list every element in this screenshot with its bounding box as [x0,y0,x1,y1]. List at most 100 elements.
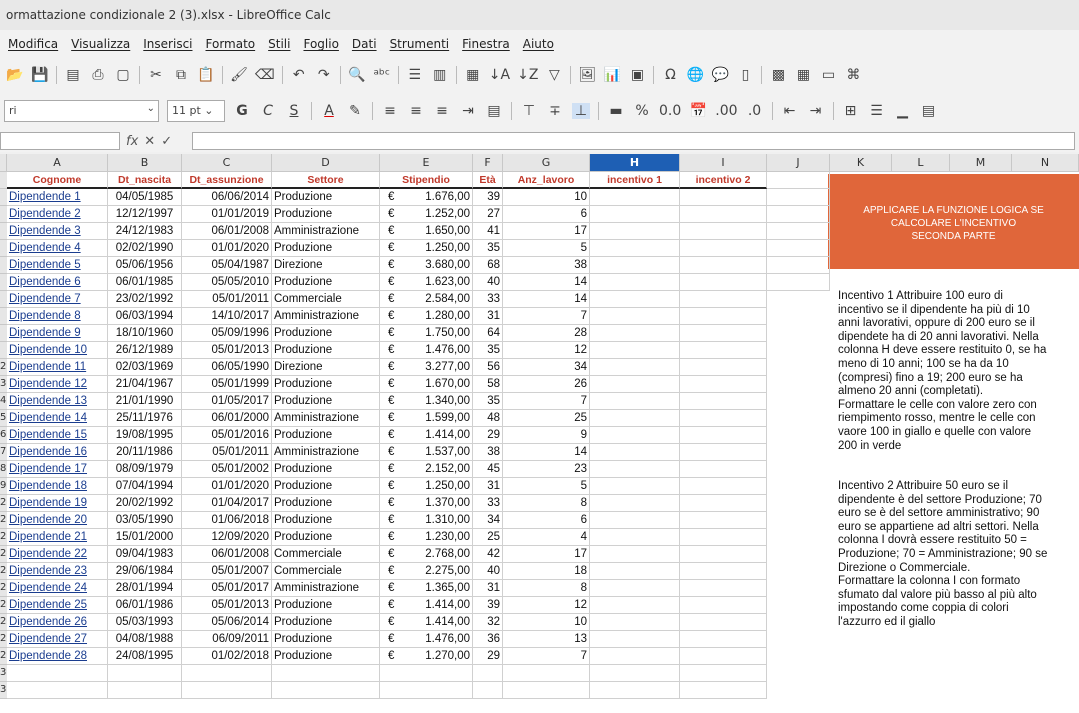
cell-incentivo-2[interactable] [680,189,767,206]
cell-eta[interactable]: 29 [473,648,503,665]
empty-cell[interactable] [182,682,272,699]
cell-settore[interactable]: Produzione [272,461,380,478]
cell-incentivo-1[interactable] [590,274,680,291]
cell-dt-assunzione[interactable]: 05/01/2017 [182,580,272,597]
cell-incentivo-1[interactable] [590,359,680,376]
cell-anz-lavoro[interactable]: 14 [503,291,590,308]
cell-incentivo-2[interactable] [680,240,767,257]
cell-settore[interactable]: Produzione [272,631,380,648]
row-header[interactable]: 23 [0,546,7,563]
empty-cell[interactable] [272,665,380,682]
cell-incentivo-1[interactable] [590,189,680,206]
row-header[interactable] [0,240,7,257]
cell-stipendio[interactable]: €1.310,00 [380,512,473,529]
cell-cognome[interactable]: Dipendende 18 [7,478,108,495]
name-box[interactable] [0,132,120,150]
cell-anz-lavoro[interactable]: 4 [503,529,590,546]
cell-stipendio[interactable]: €1.414,00 [380,614,473,631]
cell-anz-lavoro[interactable]: 6 [503,512,590,529]
cell-incentivo-1[interactable] [590,648,680,665]
cell-anz-lavoro[interactable]: 12 [503,597,590,614]
cell-dt-nascita[interactable]: 03/05/1990 [108,512,182,529]
menu-strumenti[interactable]: Strumenti [390,37,450,51]
cell-dt-nascita[interactable]: 05/03/1993 [108,614,182,631]
cell-settore[interactable]: Amministrazione [272,308,380,325]
row-header[interactable]: 9 [0,478,7,495]
cell-incentivo-1[interactable] [590,410,680,427]
empty-cell[interactable] [767,223,830,240]
header-cell-anz-lavoro[interactable]: Anz_lavoro [503,172,590,189]
cell-cognome[interactable]: Dipendende 3 [7,223,108,240]
border-color-icon[interactable]: ▁ [894,103,912,119]
cell-incentivo-1[interactable] [590,461,680,478]
freeze-rows-icon[interactable]: ▦ [794,67,812,83]
cell-incentivo-2[interactable] [680,274,767,291]
empty-cell[interactable] [380,682,473,699]
cell-incentivo-2[interactable] [680,614,767,631]
cell-eta[interactable]: 31 [473,308,503,325]
undo-icon[interactable]: ↶ [290,67,308,83]
cell-incentivo-2[interactable] [680,512,767,529]
comment-icon[interactable]: 💬 [711,67,729,83]
cell-dt-assunzione[interactable]: 12/09/2020 [182,529,272,546]
cell-incentivo-2[interactable] [680,597,767,614]
sort-ascending-icon[interactable]: ↓A [489,67,510,83]
cell-eta[interactable]: 35 [473,342,503,359]
show-draw-functions-icon[interactable]: ⌘ [844,67,862,83]
cell-anz-lavoro[interactable]: 17 [503,546,590,563]
empty-cell[interactable] [7,682,108,699]
row-header[interactable]: 29 [0,648,7,665]
column-header-h[interactable]: H [590,154,680,172]
cell-incentivo-2[interactable] [680,257,767,274]
row-header[interactable] [0,223,7,240]
accept-icon[interactable]: ✓ [161,134,172,149]
cell-dt-assunzione[interactable]: 06/01/2008 [182,546,272,563]
cell-cognome[interactable]: Dipendende 15 [7,427,108,444]
italic-button[interactable]: C [259,103,277,119]
cell-dt-assunzione[interactable]: 06/05/1990 [182,359,272,376]
cell-settore[interactable]: Amministrazione [272,580,380,597]
cell-dt-assunzione[interactable]: 05/01/2011 [182,291,272,308]
cell-stipendio[interactable]: €1.370,00 [380,495,473,512]
cell-anz-lavoro[interactable]: 5 [503,240,590,257]
cell-cognome[interactable]: Dipendende 17 [7,461,108,478]
cell-incentivo-2[interactable] [680,308,767,325]
row-header[interactable]: 6 [0,427,7,444]
cell-incentivo-2[interactable] [680,427,767,444]
cell-stipendio[interactable]: €1.537,00 [380,444,473,461]
cell-settore[interactable]: Produzione [272,376,380,393]
cell-cognome[interactable]: Dipendende 13 [7,393,108,410]
cell-settore[interactable]: Produzione [272,342,380,359]
cell-incentivo-2[interactable] [680,580,767,597]
cell-dt-assunzione[interactable]: 05/01/2007 [182,563,272,580]
cell-eta[interactable]: 35 [473,393,503,410]
cell-anz-lavoro[interactable]: 7 [503,393,590,410]
empty-cell[interactable] [380,665,473,682]
cell-stipendio[interactable]: €1.623,00 [380,274,473,291]
row-header[interactable] [0,291,7,308]
chevron-down-icon[interactable]: ⌄ [147,103,155,114]
cell-eta[interactable]: 40 [473,563,503,580]
align-left-icon[interactable]: ≡ [381,103,399,119]
save-icon[interactable]: 💾 [31,67,49,83]
align-center-icon[interactable]: ≡ [407,103,425,119]
sort-descending-icon[interactable]: ↓Z [517,67,538,83]
cell-incentivo-1[interactable] [590,614,680,631]
cell-eta[interactable]: 40 [473,274,503,291]
menu-foglio[interactable]: Foglio [303,37,338,51]
cell-incentivo-2[interactable] [680,206,767,223]
column-header-a[interactable]: A [7,154,108,172]
cell-incentivo-1[interactable] [590,240,680,257]
add-decimal-icon[interactable]: .00 [715,103,737,119]
cell-dt-assunzione[interactable]: 06/01/2008 [182,223,272,240]
cell-cognome[interactable]: Dipendende 22 [7,546,108,563]
empty-cell[interactable] [767,206,830,223]
borders-icon[interactable]: ⊞ [842,103,860,119]
cell-stipendio[interactable]: €1.252,00 [380,206,473,223]
cell-dt-nascita[interactable]: 26/12/1989 [108,342,182,359]
cell-incentivo-2[interactable] [680,223,767,240]
cell-dt-nascita[interactable]: 06/01/1985 [108,274,182,291]
cell-anz-lavoro[interactable]: 38 [503,257,590,274]
cell-stipendio[interactable]: €1.365,00 [380,580,473,597]
cell-incentivo-2[interactable] [680,325,767,342]
